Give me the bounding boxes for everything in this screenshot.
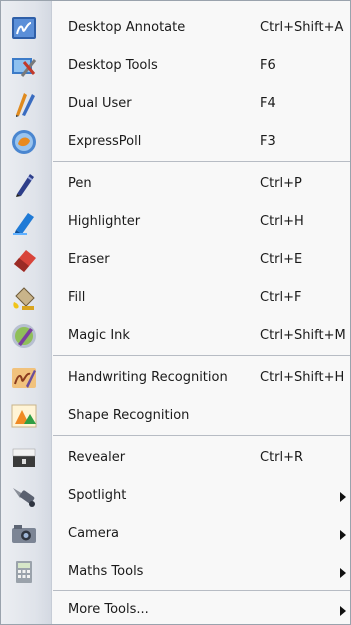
menu-item-magic-ink[interactable]: Magic Ink Ctrl+Shift+M xyxy=(1,317,350,355)
menu-item-expresspoll[interactable]: ExpressPoll F3 xyxy=(1,123,350,161)
menu-item-label: ExpressPoll xyxy=(68,134,142,149)
submenu-arrow-icon xyxy=(340,606,346,616)
eraser-icon xyxy=(9,245,39,275)
menu-item-desktop-annotate[interactable]: Desktop Annotate Ctrl+Shift+A xyxy=(1,9,350,47)
fill-icon xyxy=(9,283,39,313)
menu-item-label: Maths Tools xyxy=(68,564,144,579)
menu-item-shortcut: F4 xyxy=(260,96,276,111)
menu-item-desktop-tools[interactable]: Desktop Tools F6 xyxy=(1,47,350,85)
menu-item-maths-tools[interactable]: Maths Tools xyxy=(1,553,350,591)
menu-item-label: Magic Ink xyxy=(68,328,130,343)
menu-separator xyxy=(53,355,350,356)
handwriting-recognition-icon xyxy=(9,363,39,393)
menu-item-shortcut: Ctrl+H xyxy=(260,214,304,229)
menu-item-more-tools[interactable]: More Tools... xyxy=(1,591,350,624)
menu-item-fill[interactable]: Fill Ctrl+F xyxy=(1,279,350,317)
menu-item-shortcut: Ctrl+R xyxy=(260,450,304,465)
menu-separator xyxy=(53,435,350,436)
submenu-arrow-icon xyxy=(340,530,346,540)
spotlight-icon xyxy=(9,481,39,511)
menu-item-label: Revealer xyxy=(68,450,126,465)
menu-item-shortcut: Ctrl+Shift+A xyxy=(260,20,344,35)
dual-user-icon xyxy=(9,89,39,119)
menu-item-label: More Tools... xyxy=(68,602,149,617)
menu-item-pen[interactable]: Pen Ctrl+P xyxy=(1,165,350,203)
menu-item-label: Spotlight xyxy=(68,488,127,503)
menu-item-shortcut: Ctrl+Shift+M xyxy=(260,328,346,343)
menu-item-eraser[interactable]: Eraser Ctrl+E xyxy=(1,241,350,279)
desktop-tools-icon xyxy=(9,51,39,81)
submenu-arrow-icon xyxy=(340,492,346,502)
menu-item-label: Highlighter xyxy=(68,214,141,229)
menu-item-label: Fill xyxy=(68,290,86,305)
shape-recognition-icon xyxy=(9,401,39,431)
menu-separator xyxy=(53,161,350,162)
menu-item-shortcut: Ctrl+Shift+H xyxy=(260,370,345,385)
menu-item-label: Desktop Annotate xyxy=(68,20,186,35)
menu-item-shortcut: Ctrl+P xyxy=(260,176,302,191)
highlighter-icon xyxy=(9,207,39,237)
menu-item-label: Shape Recognition xyxy=(68,408,190,423)
submenu-arrow-icon xyxy=(340,568,346,578)
maths-tools-icon xyxy=(9,557,39,587)
camera-icon xyxy=(9,519,39,549)
menu-item-shortcut: Ctrl+E xyxy=(260,252,303,267)
menu-item-shortcut: F6 xyxy=(260,58,276,73)
menu-item-highlighter[interactable]: Highlighter Ctrl+H xyxy=(1,203,350,241)
menu-item-label: Handwriting Recognition xyxy=(68,370,228,385)
menu-item-dual-user[interactable]: Dual User F4 xyxy=(1,85,350,123)
expresspoll-icon xyxy=(9,127,39,157)
menu-item-shortcut: F3 xyxy=(260,134,276,149)
menu-item-label: Dual User xyxy=(68,96,132,111)
context-menu: Desktop Annotate Ctrl+Shift+A Desktop To… xyxy=(0,0,351,625)
menu-item-label: Pen xyxy=(68,176,92,191)
menu-item-shortcut: Ctrl+F xyxy=(260,290,302,305)
menu-item-label: Camera xyxy=(68,526,120,541)
menu-item-label: Desktop Tools xyxy=(68,58,158,73)
desktop-annotate-icon xyxy=(9,13,39,43)
menu-item-revealer[interactable]: Revealer Ctrl+R xyxy=(1,439,350,477)
menu-item-spotlight[interactable]: Spotlight xyxy=(1,477,350,515)
magic-ink-icon xyxy=(9,321,39,351)
revealer-icon xyxy=(9,443,39,473)
pen-icon xyxy=(9,169,39,199)
menu-item-camera[interactable]: Camera xyxy=(1,515,350,553)
menu-item-handwriting-recognition[interactable]: Handwriting Recognition Ctrl+Shift+H xyxy=(1,359,350,397)
menu-item-label: Eraser xyxy=(68,252,110,267)
menu-item-shape-recognition[interactable]: Shape Recognition xyxy=(1,397,350,435)
